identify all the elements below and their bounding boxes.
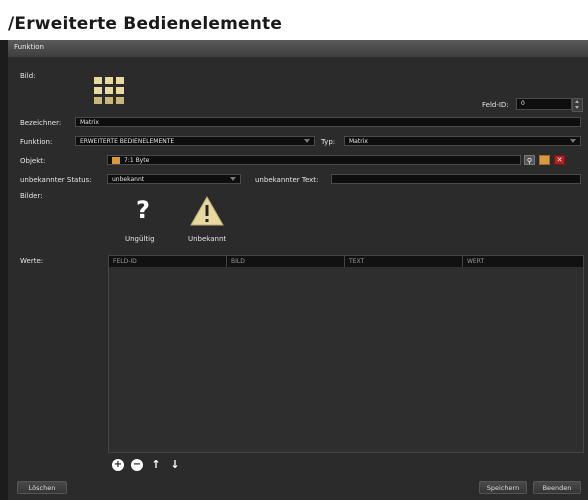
funktion-label: Funktion: (20, 138, 53, 146)
bilder-label: Bilder: (20, 192, 43, 200)
unbekannter-text-label: unbekannter Text: (255, 176, 319, 184)
typ-select[interactable]: Matrix (344, 136, 581, 146)
objekt-input[interactable]: 7:1 Byte (107, 155, 521, 165)
feld-id-input[interactable]: 0 (516, 98, 572, 110)
remove-icon[interactable]: − (131, 459, 143, 471)
bezeichner-input[interactable]: Matrix (75, 117, 581, 127)
werte-table-body[interactable] (108, 267, 584, 453)
move-down-icon[interactable]: ↓ (169, 459, 181, 471)
spin-up-icon[interactable] (575, 100, 579, 103)
typ-value: Matrix (349, 138, 368, 145)
chevron-down-icon (304, 139, 310, 143)
beenden-button[interactable]: Beenden (533, 481, 581, 494)
feld-id-label: Feld-ID: (482, 101, 509, 109)
image-label-ungueltig: Ungültig (125, 235, 155, 243)
spin-down-icon[interactable] (575, 106, 579, 109)
section-title: Funktion (14, 43, 44, 51)
section-header: Funktion (8, 40, 588, 58)
feld-id-spinner[interactable] (572, 98, 583, 112)
move-up-icon[interactable]: ↑ (150, 459, 162, 471)
chevron-down-icon (230, 177, 236, 181)
objekt-label: Objekt: (20, 157, 46, 165)
grid-icon[interactable] (94, 77, 124, 105)
unbekannter-status-value: unbekannt (112, 176, 145, 183)
warning-icon[interactable] (190, 195, 224, 226)
chevron-down-icon (570, 139, 576, 143)
loeschen-button[interactable]: Löschen (17, 481, 67, 494)
bild-label: Bild: (20, 72, 36, 80)
object-cube-icon (112, 157, 120, 164)
unbekannter-text-input[interactable] (331, 174, 581, 184)
object-picker-icon[interactable] (539, 155, 550, 165)
funktion-select[interactable]: ERWEITERTE BEDIENELEMENTE (75, 136, 315, 146)
page-title: /Erweiterte Bedienelemente (8, 14, 283, 34)
unbekannter-status-label: unbekannter Status: (20, 176, 92, 184)
objekt-value: 7:1 Byte (124, 157, 150, 164)
funktion-value: ERWEITERTE BEDIENELEMENTE (80, 138, 175, 145)
typ-label: Typ: (321, 138, 336, 146)
image-label-unbekannt: Unbekannt (188, 235, 227, 243)
bezeichner-label: Bezeichner: (20, 119, 62, 127)
add-icon[interactable]: + (112, 459, 124, 471)
delete-icon[interactable]: ✕ (554, 155, 565, 165)
werte-label: Werte: (20, 257, 44, 265)
speichern-button[interactable]: Speichern (479, 481, 527, 494)
unbekannter-status-select[interactable]: unbekannt (107, 174, 241, 184)
search-icon[interactable]: ⚲ (524, 155, 535, 165)
question-icon[interactable]: ? (133, 196, 153, 224)
